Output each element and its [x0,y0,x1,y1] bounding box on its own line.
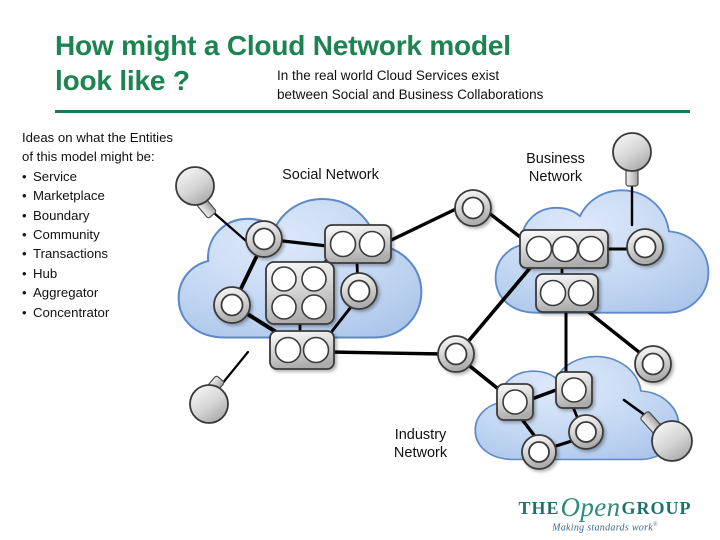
link [554,438,577,448]
link [459,266,532,352]
node-box-2[interactable] [269,330,335,370]
link [294,252,338,285]
link [211,350,250,397]
cloud-shape-business [494,189,710,314]
pin-node-bottom-right[interactable] [640,411,693,462]
open-group-logo: THEOpenGROUP Making standards work® [505,492,705,536]
node-ring[interactable] [245,220,283,258]
pin-node-bottom-left[interactable] [189,375,229,424]
logo-wordmark: THEOpenGROUP [505,492,705,522]
link [584,308,646,358]
cloud-label-industry-network: Industry Network [368,426,473,462]
node-ring[interactable] [521,434,557,470]
cloud-label-social-network: Social Network [258,166,403,184]
node-ring-bridge-upper[interactable] [454,189,492,227]
slide-subtitle: In the real world Cloud Services exist b… [277,66,677,104]
node-ring[interactable] [634,345,672,383]
link [519,416,542,445]
cloud-label-text-2: Network [528,169,583,186]
node-ring[interactable] [568,414,604,450]
ideas-intro-line-2: of this model might be: [22,149,155,165]
subtitle-line-1: In the real world Cloud Services exist [277,68,500,83]
link [379,206,460,247]
business-network-nodes [519,228,672,383]
ideas-intro-line-1: Ideas on what the Entities [22,130,174,145]
list-item: Service [22,167,237,186]
link [320,296,360,346]
node-ring[interactable] [626,228,664,266]
logo-open: Open [560,492,621,522]
list-item: Hub [22,264,237,283]
link [328,350,445,356]
cloud-label-text: Social Network [282,167,379,183]
cloud-label-text: Industry [394,427,447,443]
node-box-2[interactable] [324,224,392,264]
subtitle-line-2: between Social and Business Collaboratio… [277,87,544,103]
logo-tagline-text: Making standards work [552,522,654,534]
node-box-3[interactable] [519,229,609,269]
cloud-label-text: Business [526,151,585,167]
link [231,237,267,307]
node-ring[interactable] [340,272,378,310]
link [464,361,514,402]
node-box-2[interactable] [535,273,599,313]
list-item: Community [22,225,237,244]
cloud-label-business-network: Business Network [498,150,613,186]
node-box-1[interactable] [496,383,534,421]
logo-the: THE [518,498,560,518]
industry-network-nodes [496,371,604,470]
link [527,388,558,402]
diagram-links [204,164,670,448]
list-item: Boundary [22,206,237,225]
title-divider-rule [55,110,690,113]
logo-tagline: Making standards work® [505,522,705,533]
entity-ideas-list: Ideas on what the Entities of this model… [22,128,237,322]
link [571,405,582,426]
list-item: Concentrator [22,303,237,322]
node-ring-bridge-lower[interactable] [437,335,475,373]
social-network-nodes [213,220,392,370]
slide-canvas: How might a Cloud Network model look lik… [0,0,720,540]
title-line-1: How might a Cloud Network model [55,30,511,61]
link [263,237,338,249]
node-box-4[interactable] [265,261,335,325]
list-item: Aggregator [22,283,237,302]
link [231,303,302,349]
cloud-label-text-2: Network [393,445,448,462]
link [487,211,526,242]
external-pin-nodes [175,132,693,462]
list-item: Marketplace [22,186,237,205]
link [622,398,670,434]
pin-node-top-right[interactable] [612,132,652,187]
cloud-shape-industry [474,355,680,461]
list-item: Transactions [22,244,237,263]
link [355,260,360,293]
logo-group: GROUP [621,498,692,518]
title-line-2: look like ? [55,65,190,96]
node-box-1[interactable] [555,371,593,409]
bridge-nodes [437,189,492,373]
ideas-bullet-list: Service Marketplace Boundary Community T… [22,167,237,322]
registered-trademark-icon: ® [653,522,658,528]
